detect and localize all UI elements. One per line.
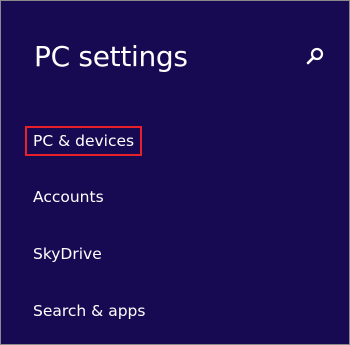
nav-item-accounts[interactable]: Accounts bbox=[25, 183, 112, 213]
settings-window: PC settings PC & devices Accounts SkyDri… bbox=[0, 0, 350, 345]
nav-item-skydrive[interactable]: SkyDrive bbox=[25, 240, 110, 270]
nav-item-pc-devices[interactable]: PC & devices bbox=[25, 126, 143, 156]
settings-nav: PC & devices Accounts SkyDrive Search & … bbox=[1, 1, 349, 344]
nav-item-search-apps[interactable]: Search & apps bbox=[25, 297, 153, 327]
